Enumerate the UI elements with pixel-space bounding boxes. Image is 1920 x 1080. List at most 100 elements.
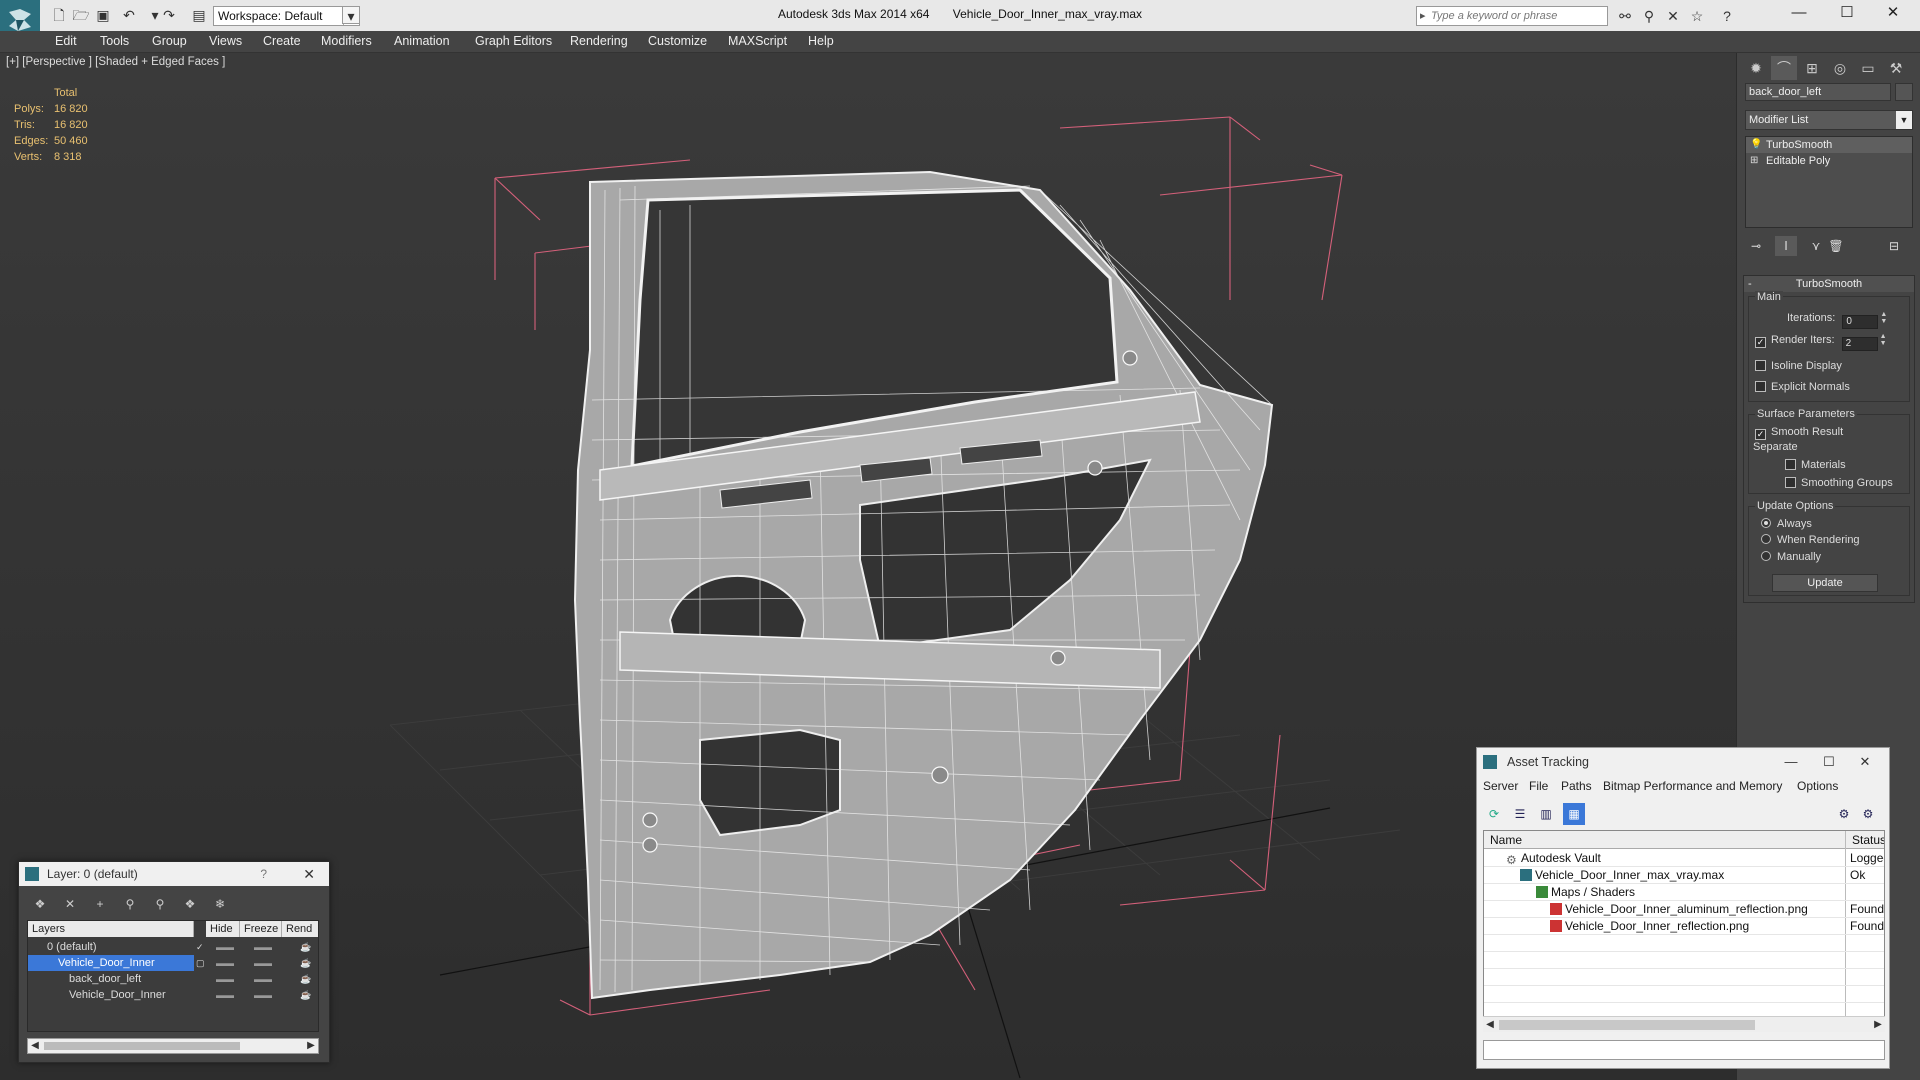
layer-object-row[interactable]: Vehicle_Door_Inner ▬▬ ▬▬ ☕ xyxy=(28,987,318,1003)
menu-edit[interactable]: Edit xyxy=(55,34,77,48)
stack-item-editable-poly[interactable]: ⊞ Editable Poly xyxy=(1746,153,1912,169)
menu-modifiers[interactable]: Modifiers xyxy=(321,34,372,48)
freeze-all-layers-icon[interactable]: ❄ xyxy=(209,894,231,914)
menu-paths[interactable]: Paths xyxy=(1561,779,1592,793)
create-layer-icon[interactable]: ❖ xyxy=(29,894,51,914)
highlight-layer-icon[interactable]: ⚲ xyxy=(149,894,171,914)
column-freeze[interactable]: Freeze xyxy=(240,921,282,937)
collapse-icon[interactable]: - xyxy=(1748,276,1752,292)
column-status[interactable]: Status xyxy=(1846,831,1884,849)
lightbulb-icon[interactable]: 💡 xyxy=(1750,137,1762,153)
remove-modifier-icon[interactable]: 🗑 xyxy=(1825,236,1847,256)
smoothing-groups-checkbox[interactable] xyxy=(1785,477,1796,488)
create-tab-icon[interactable]: ✹ xyxy=(1743,56,1769,80)
modify-tab-icon[interactable]: ⌒ xyxy=(1771,56,1797,80)
layer-row[interactable]: 0 (default) ✓ ▬▬ ▬▬ ☕ xyxy=(28,939,318,955)
when-rendering-radio[interactable] xyxy=(1761,534,1771,544)
communication-icon[interactable]: ✕ xyxy=(1662,6,1684,26)
refresh-icon[interactable]: ⟳ xyxy=(1483,803,1505,825)
binoculars-icon[interactable]: ⚯ xyxy=(1614,6,1636,26)
spinner-arrows-icon[interactable]: ▲ ▼ xyxy=(1880,311,1888,325)
asset-row[interactable]: ⚙ Autodesk Vault Logged Out xyxy=(1484,850,1884,867)
close-icon[interactable]: ✕ xyxy=(1847,748,1883,776)
column-name[interactable]: Name xyxy=(1484,831,1846,849)
asset-dialog-titlebar[interactable]: Asset Tracking — ☐ ✕ xyxy=(1477,748,1889,776)
utilities-tab-icon[interactable]: ⚒ xyxy=(1883,56,1909,80)
layer-row[interactable]: Vehicle_Door_Inner ▢ ▬▬ ▬▬ ☕ xyxy=(28,955,318,971)
materials-checkbox[interactable] xyxy=(1785,459,1796,470)
asset-horizontal-scrollbar[interactable]: ◀ ▶ xyxy=(1483,1016,1885,1032)
configure-modifier-sets-icon[interactable]: ⊟ xyxy=(1883,236,1905,256)
menu-animation[interactable]: Animation xyxy=(394,34,450,48)
close-icon[interactable]: ✕ xyxy=(303,862,315,886)
menu-create[interactable]: Create xyxy=(263,34,301,48)
vault-settings-icon[interactable]: ⚙ xyxy=(1857,803,1879,825)
object-color-swatch[interactable] xyxy=(1895,83,1913,101)
rollout-header[interactable]: - TurboSmooth xyxy=(1744,276,1914,292)
show-end-result-icon[interactable]: Ⅰ xyxy=(1775,236,1797,256)
asset-row[interactable]: Vehicle_Door_Inner_aluminum_reflection.p… xyxy=(1484,901,1884,918)
layer-horizontal-scrollbar[interactable]: ◀ ▶ xyxy=(27,1038,319,1054)
menu-file[interactable]: File xyxy=(1529,779,1548,793)
render-teapot-icon[interactable]: ☕ xyxy=(300,987,311,1003)
explicit-normals-checkbox[interactable] xyxy=(1755,381,1766,392)
minimize-window-icon[interactable]: — xyxy=(1776,0,1822,28)
spinner-arrows-icon[interactable]: ▲ ▼ xyxy=(1880,333,1888,347)
object-name[interactable]: back_door_left xyxy=(66,971,194,987)
close-window-icon[interactable]: ✕ xyxy=(1870,0,1916,28)
delete-layer-icon[interactable]: ✕ xyxy=(59,894,81,914)
menu-maxscript[interactable]: MAXScript xyxy=(728,34,787,48)
thumbnail-view-icon[interactable]: ▥ xyxy=(1535,803,1557,825)
freeze-toggle[interactable]: ▬▬ xyxy=(254,971,272,987)
layer-object-row[interactable]: back_door_left ▬▬ ▬▬ ☕ xyxy=(28,971,318,987)
vault-login-icon[interactable]: ⚙ xyxy=(1833,803,1855,825)
maximize-icon[interactable]: ☐ xyxy=(1811,748,1847,776)
render-teapot-icon[interactable]: ☕ xyxy=(300,955,311,971)
help-icon[interactable]: ? xyxy=(1716,6,1738,26)
freeze-toggle[interactable]: ▬▬ xyxy=(254,987,272,1003)
column-render[interactable]: Rend xyxy=(282,921,318,937)
maximize-window-icon[interactable]: ☐ xyxy=(1824,0,1870,28)
column-hide[interactable]: Hide xyxy=(206,921,240,937)
select-objects-icon[interactable]: ⚲ xyxy=(119,894,141,914)
hierarchy-tab-icon[interactable]: ⊞ xyxy=(1799,56,1825,80)
render-iters-spinner[interactable]: 2 xyxy=(1841,337,1878,351)
menu-views[interactable]: Views xyxy=(209,34,242,48)
favorites-star-icon[interactable]: ☆ xyxy=(1686,6,1708,26)
menu-graph-editors[interactable]: Graph Editors xyxy=(475,34,552,48)
make-unique-icon[interactable]: ⋎ xyxy=(1805,236,1827,256)
update-button[interactable]: Update xyxy=(1772,574,1878,592)
help-icon[interactable]: ? xyxy=(260,862,267,886)
render-teapot-icon[interactable]: ☕ xyxy=(300,971,311,987)
iterations-spinner[interactable]: 0 xyxy=(1842,315,1879,329)
object-name[interactable]: Vehicle_Door_Inner xyxy=(66,987,194,1003)
menu-help[interactable]: Help xyxy=(808,34,834,48)
motion-tab-icon[interactable]: ◎ xyxy=(1827,56,1853,80)
menu-tools[interactable]: Tools xyxy=(100,34,129,48)
menu-customize[interactable]: Customize xyxy=(648,34,707,48)
hide-toggle[interactable]: ▬▬ xyxy=(216,987,234,1003)
menu-server[interactable]: Server xyxy=(1483,779,1518,793)
menu-group[interactable]: Group xyxy=(152,34,187,48)
manually-radio[interactable] xyxy=(1761,551,1771,561)
hide-toggle[interactable]: ▬▬ xyxy=(216,971,234,987)
menu-bitmap-performance[interactable]: Bitmap Performance and Memory xyxy=(1603,779,1782,793)
menu-rendering[interactable]: Rendering xyxy=(570,34,628,48)
scroll-left-icon[interactable]: ◀ xyxy=(1483,1017,1497,1033)
scroll-right-icon[interactable]: ▶ xyxy=(1871,1017,1885,1033)
stack-item-turbosmooth[interactable]: 💡 TurboSmooth xyxy=(1746,137,1912,153)
current-layer-box-icon[interactable]: ▢ xyxy=(196,955,205,971)
subscription-icon[interactable]: ⚲ xyxy=(1638,6,1660,26)
hide-toggle[interactable]: ▬▬ xyxy=(216,939,234,955)
add-to-layer-icon[interactable]: + xyxy=(89,894,111,914)
render-teapot-icon[interactable]: ☕ xyxy=(300,939,311,955)
layer-dialog-titlebar[interactable]: Layer: 0 (default) ? ✕ xyxy=(19,862,329,886)
freeze-toggle[interactable]: ▬▬ xyxy=(254,955,272,971)
layer-name[interactable]: Vehicle_Door_Inner xyxy=(28,955,194,971)
render-iters-checkbox[interactable]: ✓ xyxy=(1755,337,1766,348)
active-check-icon[interactable]: ✓ xyxy=(196,939,204,955)
search-input[interactable]: Type a keyword or phrase xyxy=(1416,6,1608,26)
asset-row[interactable]: Maps / Shaders xyxy=(1484,884,1884,901)
scroll-right-icon[interactable]: ▶ xyxy=(304,1039,318,1053)
asset-row[interactable]: Vehicle_Door_Inner_reflection.png Found xyxy=(1484,918,1884,935)
